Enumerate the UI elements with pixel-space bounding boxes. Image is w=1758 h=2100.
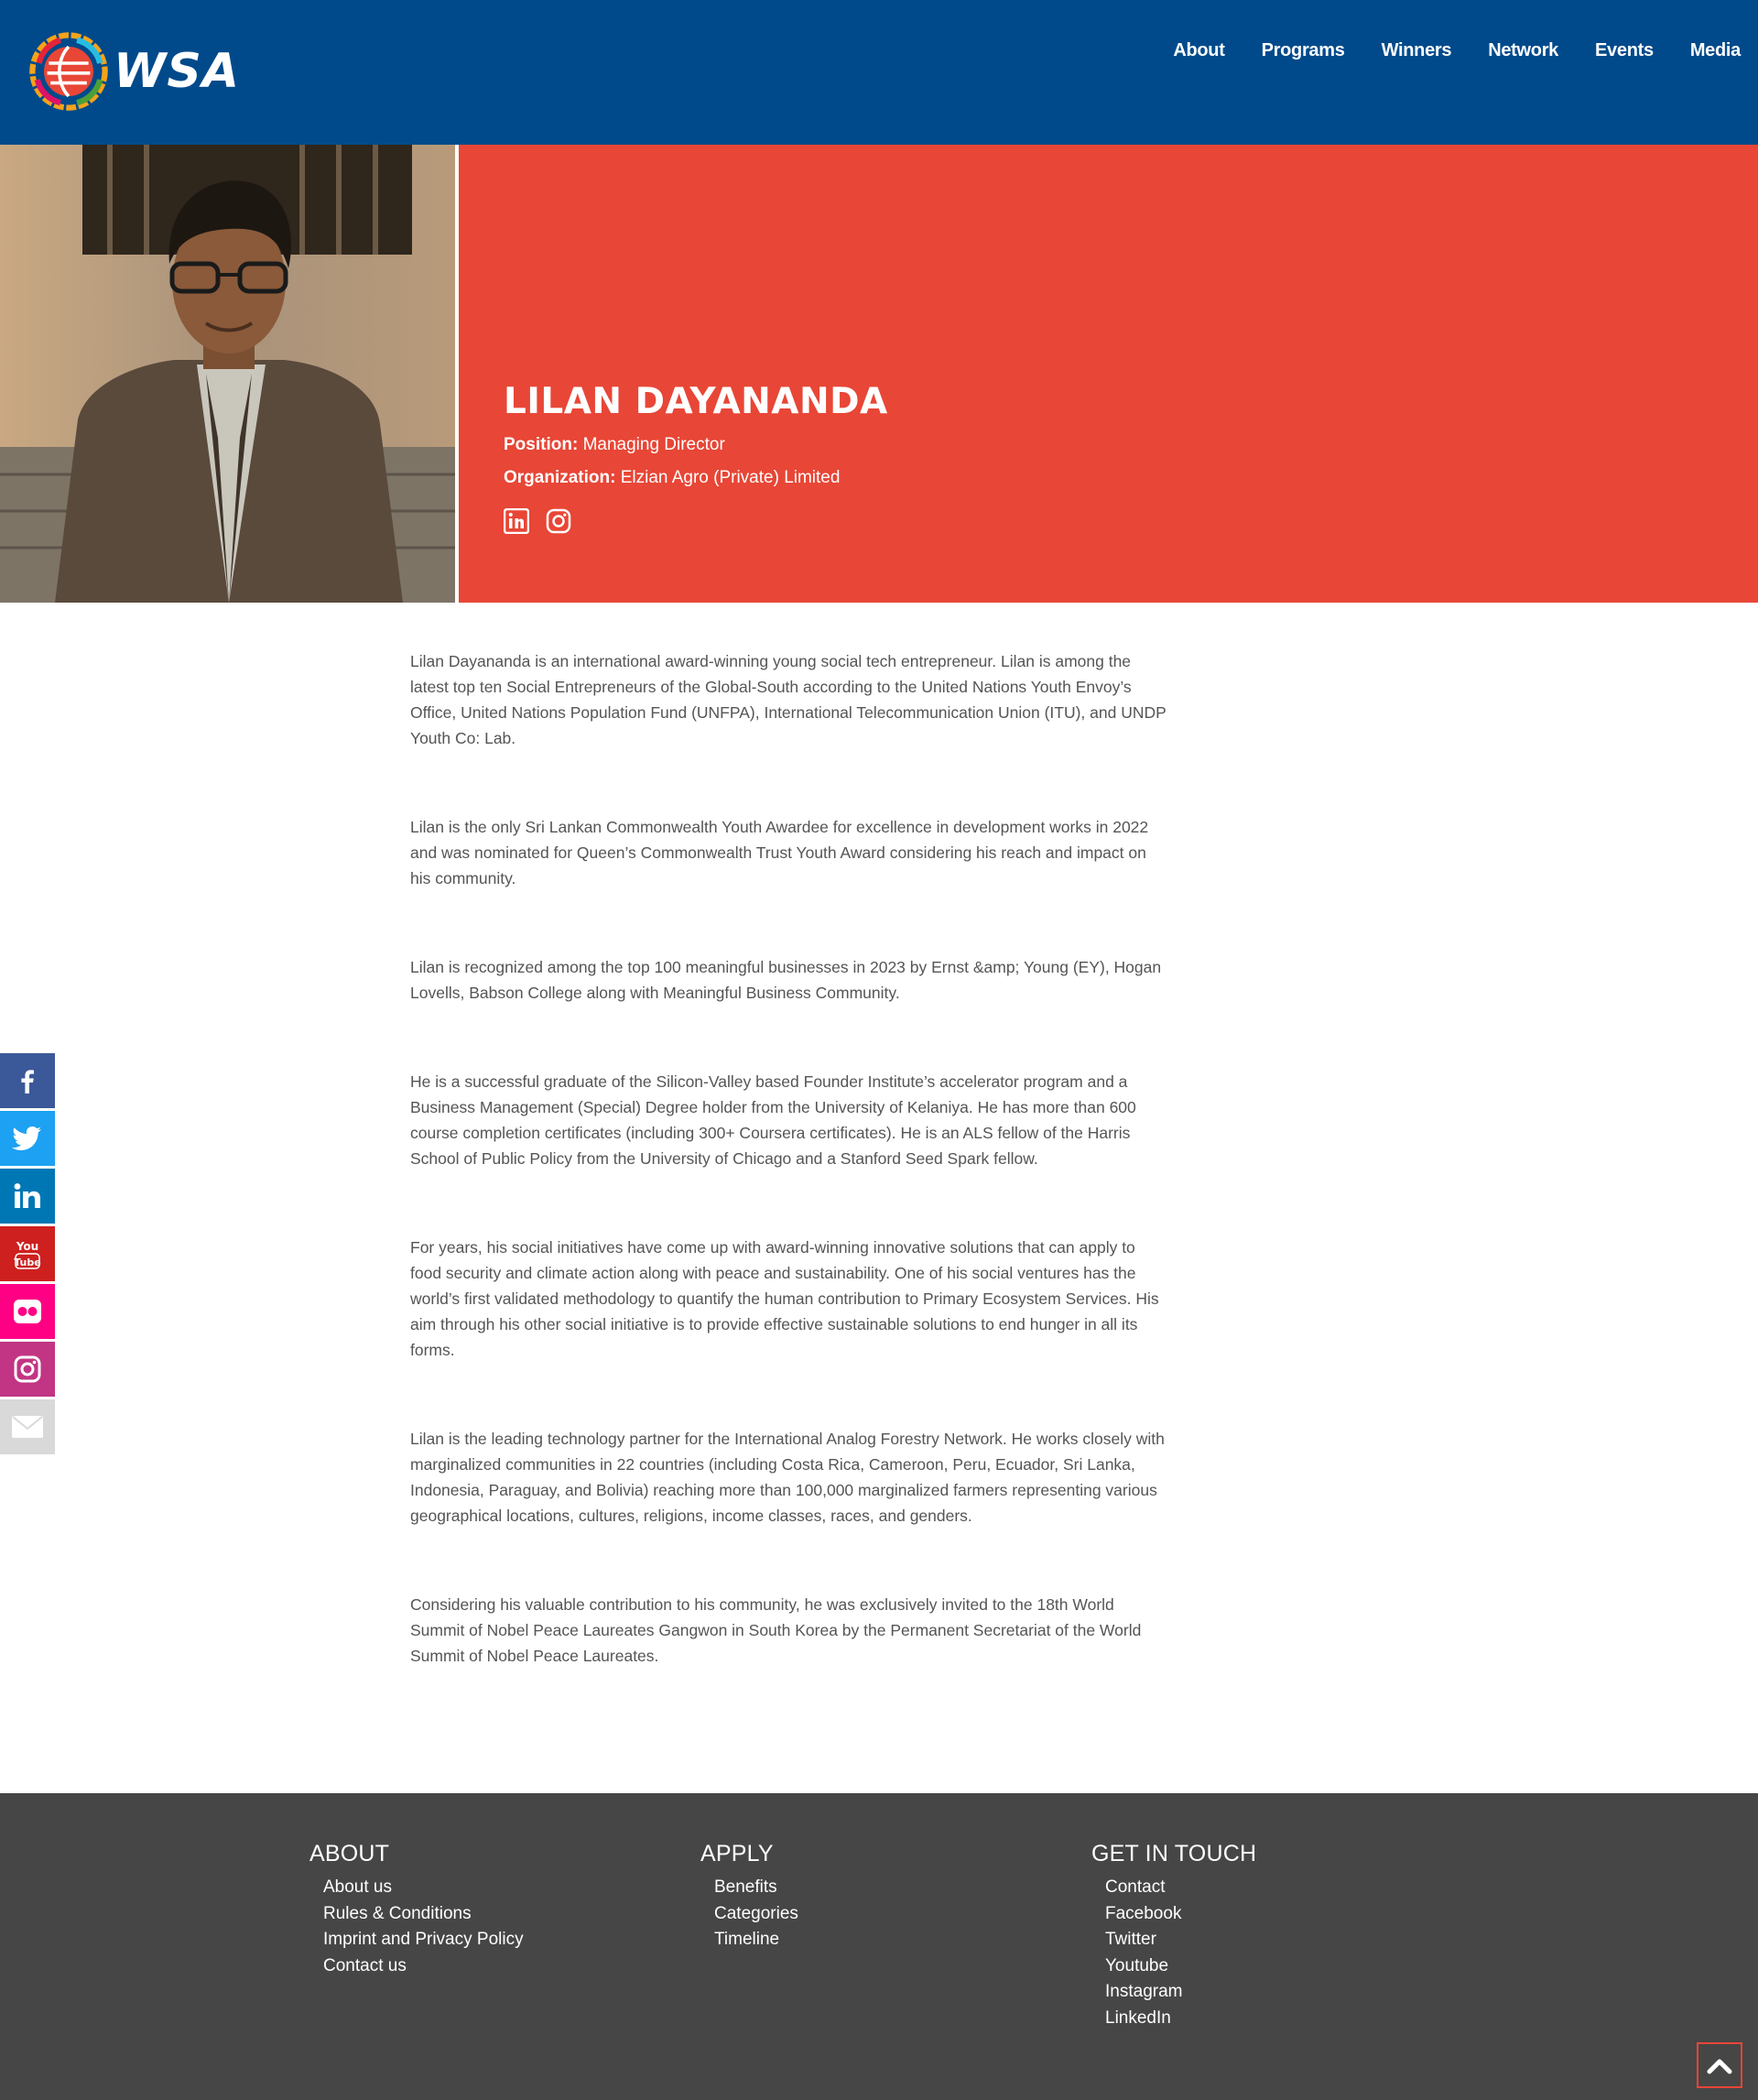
main-nav: About Programs Winners Network Events Me… [1173, 40, 1741, 61]
profile-hero: LILAN DAYANANDA Position: Managing Direc… [0, 145, 1758, 603]
footer-apply-column: APPLY Benefits Categories Timeline [700, 1841, 798, 1953]
position-value: Managing Director [582, 435, 725, 454]
share-facebook-button[interactable] [0, 1053, 55, 1108]
footer-link-contact[interactable]: Contact [1105, 1875, 1256, 1901]
profile-info: LILAN DAYANANDA Position: Managing Direc… [504, 381, 888, 534]
footer-link-instagram[interactable]: Instagram [1105, 1979, 1256, 2006]
footer-about-column: ABOUT About us Rules & Conditions Imprin… [309, 1841, 524, 1979]
share-instagram-button[interactable] [0, 1342, 55, 1397]
footer-link-rules[interactable]: Rules & Conditions [323, 1901, 524, 1928]
nav-events[interactable]: Events [1595, 40, 1654, 61]
footer-link-timeline[interactable]: Timeline [714, 1927, 798, 1953]
profile-biography: Lilan Dayananda is an international awar… [410, 648, 1170, 1732]
nav-network[interactable]: Network [1488, 40, 1558, 61]
chevron-up-icon [1707, 2059, 1732, 2074]
portrait-illustration [0, 145, 455, 603]
nav-winners[interactable]: Winners [1382, 40, 1452, 61]
bio-paragraph: Lilan is recognized among the top 100 me… [410, 958, 1162, 1002]
bio-paragraph: Lilan Dayananda is an international awar… [410, 652, 1167, 747]
profile-social-links [504, 508, 888, 534]
profile-photo [0, 145, 455, 603]
globe-logo-icon [29, 32, 108, 111]
bio-paragraph: Lilan is the only Sri Lankan Commonwealt… [410, 818, 1149, 887]
nav-about[interactable]: About [1173, 40, 1225, 61]
share-linkedin-button[interactable] [0, 1169, 55, 1224]
instagram-icon[interactable] [546, 508, 571, 534]
profile-name: LILAN DAYANANDA [504, 381, 888, 422]
svg-text:Tube: Tube [14, 1257, 40, 1268]
nav-media[interactable]: Media [1690, 40, 1741, 61]
linkedin-icon[interactable] [504, 508, 529, 534]
footer-link-linkedin[interactable]: LinkedIn [1105, 2006, 1256, 2032]
footer-link-categories[interactable]: Categories [714, 1901, 798, 1928]
footer-link-about-us[interactable]: About us [323, 1875, 524, 1901]
share-youtube-button[interactable]: You Tube [0, 1226, 55, 1281]
share-flickr-button[interactable] [0, 1284, 55, 1339]
site-header: WSA About Programs Winners Network Event… [0, 0, 1758, 145]
footer-link-facebook[interactable]: Facebook [1105, 1901, 1256, 1928]
twitter-icon [12, 1126, 41, 1150]
footer-link-youtube[interactable]: Youtube [1105, 1953, 1256, 1980]
footer-link-twitter[interactable]: Twitter [1105, 1927, 1256, 1953]
site-footer: ABOUT About us Rules & Conditions Imprin… [0, 1793, 1758, 2100]
flickr-icon [14, 1300, 41, 1323]
position-line: Position: Managing Director [504, 435, 888, 455]
bio-paragraph: He is a successful graduate of the Silic… [410, 1072, 1136, 1168]
social-share-bar: You Tube [0, 1053, 55, 1457]
footer-link-contact-us[interactable]: Contact us [323, 1953, 524, 1980]
youtube-icon: You Tube [14, 1240, 41, 1269]
footer-apply-title: APPLY [700, 1841, 774, 1866]
organization-line: Organization: Elzian Agro (Private) Limi… [504, 468, 888, 488]
photo-divider [455, 145, 459, 603]
scroll-to-top-button[interactable] [1697, 2042, 1742, 2088]
bio-paragraph: For years, his social initiatives have c… [410, 1238, 1159, 1359]
share-twitter-button[interactable] [0, 1111, 55, 1166]
footer-contact-title: GET IN TOUCH [1091, 1841, 1257, 1866]
email-icon [12, 1416, 43, 1438]
instagram-icon [14, 1355, 41, 1383]
footer-link-benefits[interactable]: Benefits [714, 1875, 798, 1901]
bio-paragraph: Lilan is the leading technology partner … [410, 1430, 1165, 1525]
logo-text: WSA [114, 44, 241, 99]
organization-label: Organization: [504, 468, 616, 487]
footer-about-title: ABOUT [309, 1841, 390, 1866]
facebook-icon [21, 1070, 34, 1094]
nav-programs[interactable]: Programs [1262, 40, 1345, 61]
linkedin-icon [14, 1183, 40, 1208]
bio-paragraph: Considering his valuable contribution to… [410, 1595, 1142, 1665]
svg-text:You: You [16, 1240, 38, 1253]
position-label: Position: [504, 435, 579, 454]
footer-link-imprint[interactable]: Imprint and Privacy Policy [323, 1927, 524, 1953]
footer-contact-column: GET IN TOUCH Contact Facebook Twitter Yo… [1091, 1841, 1256, 2031]
wsa-logo[interactable]: WSA [27, 24, 266, 119]
share-email-button[interactable] [0, 1399, 55, 1454]
organization-value: Elzian Agro (Private) Limited [620, 468, 841, 487]
